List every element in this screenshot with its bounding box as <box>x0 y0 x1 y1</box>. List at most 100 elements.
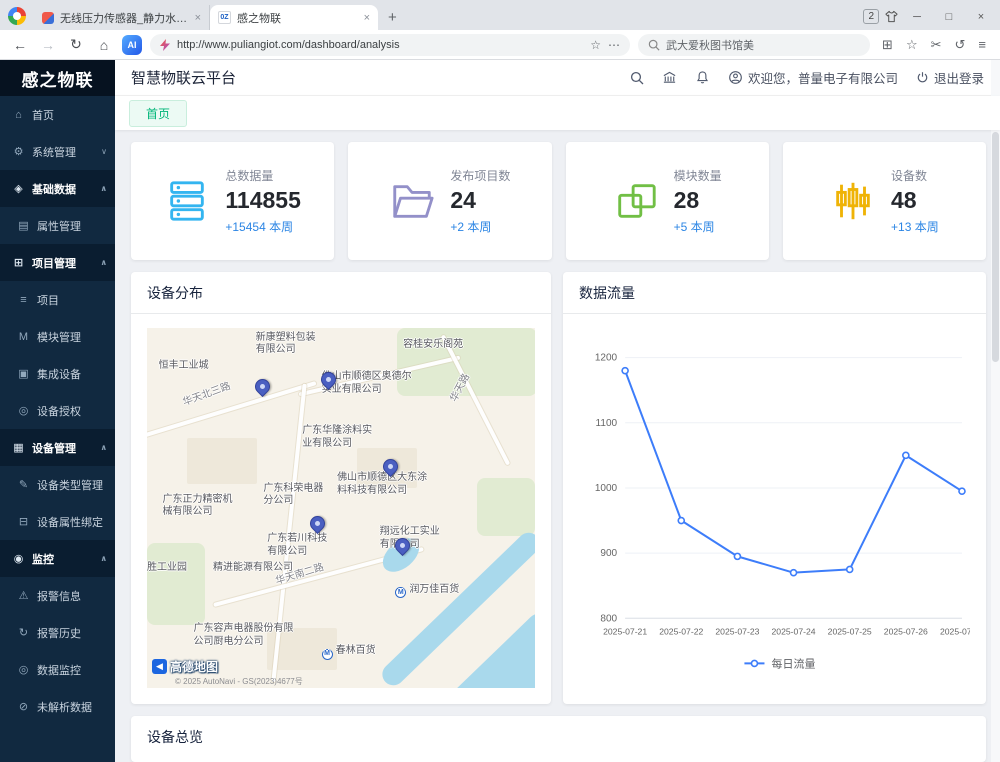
sidebar-item-module-mgmt[interactable]: M模块管理 <box>0 318 115 355</box>
sidebar-item-projects[interactable]: ≡项目 <box>0 281 115 318</box>
folder-icon <box>389 178 435 224</box>
minimize-button[interactable]: ─ <box>904 11 930 23</box>
sidebar-item-label: 系统管理 <box>32 144 76 160</box>
theme-icon[interactable] <box>885 10 898 23</box>
sidebar-item-attr-mgmt[interactable]: ▤ 属性管理 <box>0 207 115 244</box>
notifications-bell-icon[interactable] <box>695 70 710 85</box>
browser-tab-bar: 无线压力传感器_静力水准仪 × 0Z 感之物联 × + 2 ─ □ × <box>0 0 1000 30</box>
amap-logo-text: 高德地图 <box>170 658 218 675</box>
line-chart-svg: 8009001000110012002025-07-212025-07-2220… <box>579 328 970 688</box>
svg-text:1100: 1100 <box>596 418 618 429</box>
map-green-area <box>147 543 205 625</box>
app-logo: 感之物联 <box>0 60 115 96</box>
metro-station-icon: M <box>395 587 406 598</box>
sidebar-item-device-type-mgmt[interactable]: ✎设备类型管理 <box>0 466 115 503</box>
stat-delta: +13 本周 <box>891 218 939 235</box>
sidebar-item-device-attr-bind[interactable]: ⊟设备属性绑定 <box>0 503 115 540</box>
sidebar-item-base-data[interactable]: ◈基础数据∧ <box>0 170 115 207</box>
sidebar-item-label: 项目管理 <box>32 255 76 271</box>
sidebar-item-label: 设备类型管理 <box>37 477 103 493</box>
close-tab-icon[interactable]: × <box>364 12 370 24</box>
power-icon <box>916 71 929 84</box>
svg-text:900: 900 <box>600 548 617 559</box>
tab-title: 无线压力传感器_静力水准仪 <box>60 10 189 26</box>
close-tab-icon[interactable]: × <box>195 12 201 24</box>
chevron-up-icon: ∧ <box>101 443 108 452</box>
sidebar-item-device-auth[interactable]: ◎设备授权 <box>0 392 115 429</box>
maximize-button[interactable]: □ <box>936 11 962 23</box>
sidebar-item-device-mgmt[interactable]: ▦设备管理∧ <box>0 429 115 466</box>
dashboard-content: 总数据量 114855 +15454 本周 发布项目数 24 +2 本周 <box>115 130 1000 762</box>
main-area: 智慧物联云平台 欢迎您，普量电子有限公司 <box>115 60 1000 762</box>
favorites-icon[interactable]: ☆ <box>906 37 918 53</box>
stat-label: 模块数量 <box>674 167 722 184</box>
database-icon <box>164 178 210 224</box>
forward-button[interactable]: → <box>38 37 58 53</box>
menu-icon[interactable]: ≡ <box>978 37 986 52</box>
url-text[interactable]: http://www.puliangiot.com/dashboard/anal… <box>177 39 583 51</box>
svg-text:2025-07-21: 2025-07-21 <box>603 626 647 636</box>
metro-station-icon: M <box>322 649 333 660</box>
sidebar-item-label: 设备属性绑定 <box>37 514 103 530</box>
sidebar-item-alarm-info[interactable]: ⚠报警信息 <box>0 577 115 614</box>
scrollbar[interactable] <box>991 60 1000 762</box>
back-button[interactable]: ← <box>10 37 30 53</box>
stat-value: 24 <box>450 188 510 213</box>
doc-icon: ▤ <box>17 219 30 232</box>
sidebar-item-alarm-history[interactable]: ↻报警历史 <box>0 614 115 651</box>
device-map[interactable]: ◀ 高德地图 © 2025 AutoNavi - GS(2023)4677号 新… <box>147 328 535 688</box>
organization-icon[interactable] <box>662 70 677 85</box>
screenshot-scissors-icon[interactable]: ✂ <box>931 37 942 53</box>
amap-logo-icon: ◀ <box>152 659 167 674</box>
address-bar[interactable]: http://www.puliangiot.com/dashboard/anal… <box>150 34 630 56</box>
ai-assistant-button[interactable]: AI <box>122 35 142 55</box>
sidebar-item-label: 报警信息 <box>37 588 81 604</box>
sidebar-item-data-monitor[interactable]: ◎数据监控 <box>0 651 115 688</box>
map-place-label: 恒丰工业城 <box>159 360 209 373</box>
search-icon <box>648 39 660 51</box>
stat-label: 总数据量 <box>225 167 300 184</box>
datamon-icon: ◎ <box>17 663 30 676</box>
map-place-label: 广东科荣电器分公司 <box>263 483 323 508</box>
history-undo-icon[interactable]: ↺ <box>955 37 966 53</box>
sidebar-item-unparsed-data[interactable]: ⊘未解析数据 <box>0 688 115 725</box>
map-place-label: M润万佳百货 <box>395 584 459 599</box>
sidebar-item-project-mgmt[interactable]: ⊞项目管理∧ <box>0 244 115 281</box>
tab-home[interactable]: 首页 <box>129 100 187 127</box>
map-place-label: 广东容声电器股份有限公司厨电分公司 <box>194 623 298 648</box>
browser-tab-sensor[interactable]: 无线压力传感器_静力水准仪 × <box>34 5 210 30</box>
refresh-button[interactable]: ↻ <box>66 36 86 53</box>
home-button[interactable]: ⌂ <box>94 37 114 53</box>
sidebar-item-label: 首页 <box>32 107 54 123</box>
map-place-label: 容桂安乐阁苑 <box>403 339 463 352</box>
search-icon[interactable] <box>630 71 644 85</box>
browser-tab-ganzhi[interactable]: 0Z 感之物联 × <box>210 5 378 30</box>
user-welcome[interactable]: 欢迎您，普量电子有限公司 <box>728 68 898 87</box>
panel-title: 数据流量 <box>563 272 986 314</box>
m-icon: M <box>17 331 30 343</box>
search-suggestion-text[interactable]: 武大爱秋图书馆美 <box>666 37 754 53</box>
browser-search-box[interactable]: 武大爱秋图书馆美 <box>638 34 870 56</box>
sidebar-item-label: 属性管理 <box>37 218 81 234</box>
stat-card-total-data: 总数据量 114855 +15454 本周 <box>131 142 334 260</box>
stat-delta: +2 本周 <box>450 218 510 235</box>
browser-logo-icon[interactable] <box>8 7 26 25</box>
scrollbar-thumb[interactable] <box>992 132 999 362</box>
bookmark-star-icon[interactable]: ☆ <box>590 38 601 52</box>
app-frame: 感之物联 ⌂首页⚙系统管理∨◈基础数据∧▤属性管理⊞项目管理∧≡项目M模块管理▣… <box>0 60 1000 762</box>
close-button[interactable]: × <box>968 11 994 23</box>
sidebar-item-home[interactable]: ⌂首页 <box>0 96 115 133</box>
multi-window-badge[interactable]: 2 <box>863 9 879 24</box>
logout-button[interactable]: 退出登录 <box>916 68 984 87</box>
new-tab-button[interactable]: + <box>378 9 407 30</box>
welcome-text: 欢迎您，普量电子有限公司 <box>748 68 898 87</box>
map-place-label: M春林百货 <box>322 645 376 660</box>
device-icon: ▣ <box>17 367 30 380</box>
sidebar-item-integrated-devices[interactable]: ▣集成设备 <box>0 355 115 392</box>
sidebar-item-monitoring[interactable]: ◉监控∧ <box>0 540 115 577</box>
sidebar-item-system-mgmt[interactable]: ⚙系统管理∨ <box>0 133 115 170</box>
map-place-label: 广东正力精密机械有限公司 <box>163 494 239 519</box>
apps-grid-icon[interactable]: ⊞ <box>882 37 893 53</box>
more-actions-icon[interactable]: ⋯ <box>608 38 620 52</box>
stat-card-devices: 设备数 48 +13 本周 <box>783 142 986 260</box>
